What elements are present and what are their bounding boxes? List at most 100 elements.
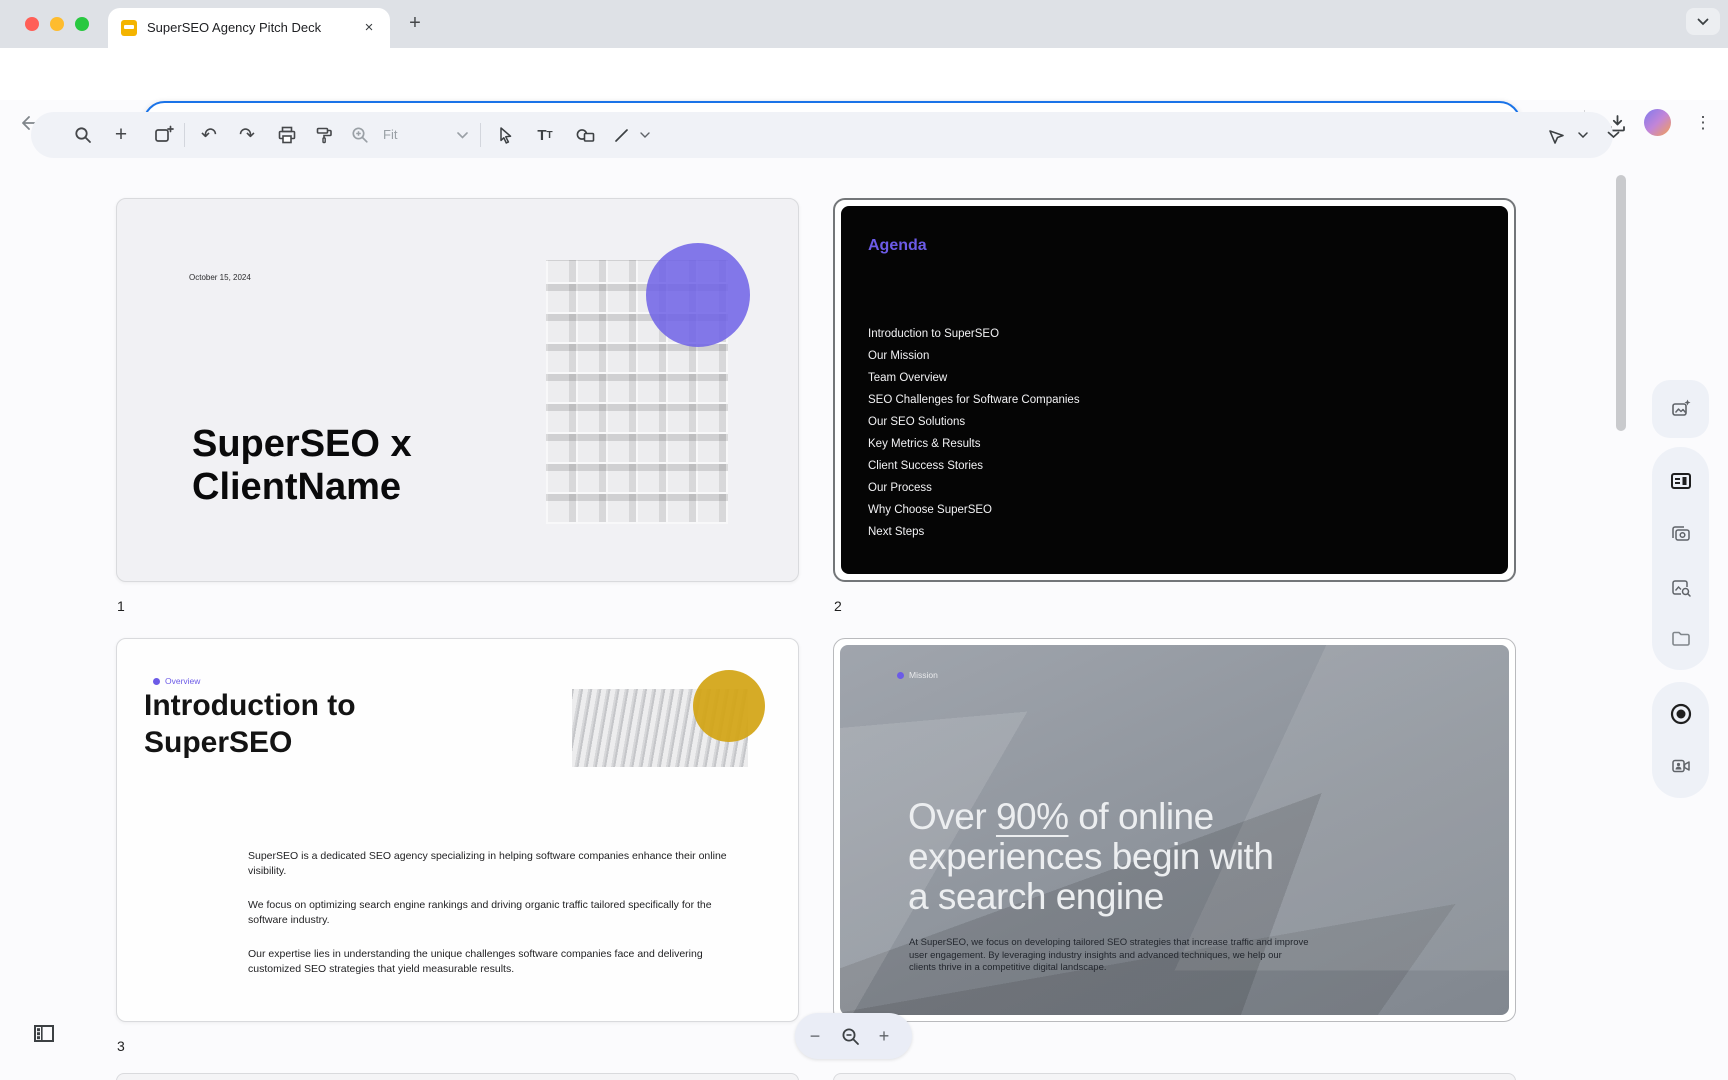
new-slide-button[interactable]	[147, 112, 181, 158]
agenda-item: Team Overview	[868, 367, 1080, 389]
search-icon	[73, 125, 93, 145]
page-number-1: 1	[117, 598, 157, 614]
zoom-out-button[interactable]: −	[800, 1013, 830, 1059]
tab-close-icon[interactable]: ×	[360, 19, 378, 37]
agenda-item: Key Metrics & Results	[868, 433, 1080, 455]
layouts-button-active[interactable]	[1652, 461, 1709, 501]
slide4-tag: Mission	[897, 670, 938, 680]
agenda-item: Our Mission	[868, 345, 1080, 367]
new-tab-button[interactable]: +	[402, 11, 428, 37]
chevron-down-icon	[1697, 18, 1709, 26]
camera-stack-icon	[1670, 523, 1692, 545]
zoom-reset-button[interactable]	[835, 1013, 865, 1059]
video-record-button[interactable]	[1652, 746, 1709, 786]
agenda-item: Next Steps	[868, 521, 1080, 543]
toolbar-separator	[480, 123, 481, 147]
line-icon	[613, 127, 630, 144]
slide1-date: October 15, 2024	[189, 273, 251, 282]
slide3-tag-label: Overview	[165, 676, 200, 686]
page-number-3: 3	[117, 1038, 157, 1054]
tab-title-fade	[335, 18, 361, 40]
record-icon	[1669, 702, 1693, 726]
window-zoom-button[interactable]	[75, 17, 89, 31]
slide3-paragraph: We focus on optimizing search engine ran…	[248, 898, 730, 927]
chevron-down-icon	[1578, 132, 1588, 138]
folder-button[interactable]	[1652, 619, 1709, 659]
undo-button[interactable]: ↶	[192, 112, 226, 158]
slide1-title: SuperSEO x ClientName	[192, 423, 412, 509]
slide1-purple-circle	[646, 243, 750, 347]
zoom-in-magnifier-icon	[350, 125, 370, 145]
browser-tab[interactable]: SuperSEO Agency Pitch Deck ×	[108, 8, 390, 48]
slide-thumbnail-6-partial[interactable]	[833, 1073, 1516, 1080]
shape-tool-button[interactable]	[568, 112, 602, 158]
slide3-body: SuperSEO is a dedicated SEO agency speci…	[248, 849, 730, 996]
slide-thumbnail-2-selected[interactable]: Agenda Introduction to SuperSEO Our Miss…	[833, 198, 1516, 582]
filmstrip-toggle-button[interactable]	[31, 1021, 57, 1047]
image-search-button[interactable]	[1652, 568, 1709, 608]
agenda-item: Client Success Stories	[868, 455, 1080, 477]
slide3-heading: Introduction to SuperSEO	[144, 687, 356, 761]
tab-title: SuperSEO Agency Pitch Deck	[147, 20, 359, 37]
layout-icon	[1669, 470, 1693, 492]
agenda-item: Our Process	[868, 477, 1080, 499]
sidebar-pill-bottom	[1652, 682, 1709, 798]
browser-menu-button[interactable]: ⋮	[1692, 110, 1714, 136]
line-dropdown-button[interactable]	[634, 112, 656, 158]
insert-image-button[interactable]	[1652, 389, 1709, 429]
fit-zoom-select[interactable]: Fit	[383, 112, 397, 158]
folder-icon	[1670, 628, 1692, 650]
slide4-stat: 90%	[996, 796, 1069, 837]
slide3-paragraph: SuperSEO is a dedicated SEO agency speci…	[248, 849, 730, 878]
window-close-button[interactable]	[25, 17, 39, 31]
paint-format-button[interactable]	[307, 112, 341, 158]
video-camera-icon	[1670, 756, 1692, 776]
chevron-down-icon	[640, 132, 650, 138]
print-button[interactable]	[270, 112, 304, 158]
vertical-scrollbar[interactable]	[1616, 175, 1626, 431]
search-button[interactable]	[66, 112, 100, 158]
cursor-arrow-icon	[496, 126, 514, 145]
slide3-paragraph: Our expertise lies in understanding the …	[248, 947, 730, 976]
filmstrip-view-icon	[32, 1022, 56, 1046]
slides-favicon-icon	[121, 20, 137, 36]
slide3-tag: Overview	[153, 676, 200, 686]
slide2-heading: Agenda	[868, 237, 927, 255]
image-sparkle-icon	[1670, 398, 1692, 420]
page-number-2: 2	[834, 598, 874, 614]
slides-grid: October 15, 2024 SuperSEO x ClientName 1…	[0, 160, 1728, 1080]
shape-icon	[575, 126, 596, 144]
line-tool-button[interactable]	[604, 112, 638, 158]
collapse-toolbar-button[interactable]	[1596, 112, 1630, 158]
chevron-down-icon	[457, 132, 468, 139]
fit-dropdown-button[interactable]	[445, 112, 479, 158]
image-search-icon	[1670, 577, 1692, 599]
text-tool-icon: T	[537, 127, 546, 144]
screenshots-button[interactable]	[1652, 514, 1709, 554]
zoom-in-button[interactable]: +	[869, 1013, 899, 1059]
window-minimize-button[interactable]	[50, 17, 64, 31]
tab-search-button[interactable]	[1686, 8, 1720, 35]
zoom-button[interactable]	[343, 112, 377, 158]
toolbar-separator	[184, 123, 185, 147]
zoom-controls: − +	[795, 1013, 912, 1059]
tab-strip: SuperSEO Agency Pitch Deck × +	[0, 0, 1728, 48]
sidebar-pill-top	[1652, 380, 1709, 438]
browser-window: SuperSEO Agency Pitch Deck × +	[0, 0, 1728, 1080]
zoom-in-tool-button[interactable]: +	[104, 112, 138, 158]
slide-thumbnail-4[interactable]: Mission Over 90% of online experiences b…	[833, 638, 1516, 1022]
slide3-yellow-circle	[693, 670, 765, 742]
text-tool-button[interactable]: TT	[528, 112, 562, 158]
pointer-tool-button[interactable]	[1539, 112, 1573, 158]
plus-icon: +	[879, 1026, 890, 1047]
redo-button[interactable]: ↷	[230, 112, 264, 158]
slide-thumbnail-3[interactable]: Overview Introduction to SuperSEO SuperS…	[116, 638, 799, 1022]
slides-toolbar: + ↶ ↷ Fit TT	[31, 112, 1613, 158]
sidebar-pill-middle	[1652, 447, 1709, 670]
slide-thumbnail-5-partial[interactable]	[116, 1073, 799, 1080]
profile-avatar[interactable]	[1644, 109, 1671, 136]
pointer-dropdown-button[interactable]	[1572, 112, 1594, 158]
select-tool-button[interactable]	[488, 112, 522, 158]
slide-thumbnail-1[interactable]: October 15, 2024 SuperSEO x ClientName	[116, 198, 799, 582]
record-button[interactable]	[1652, 694, 1709, 734]
